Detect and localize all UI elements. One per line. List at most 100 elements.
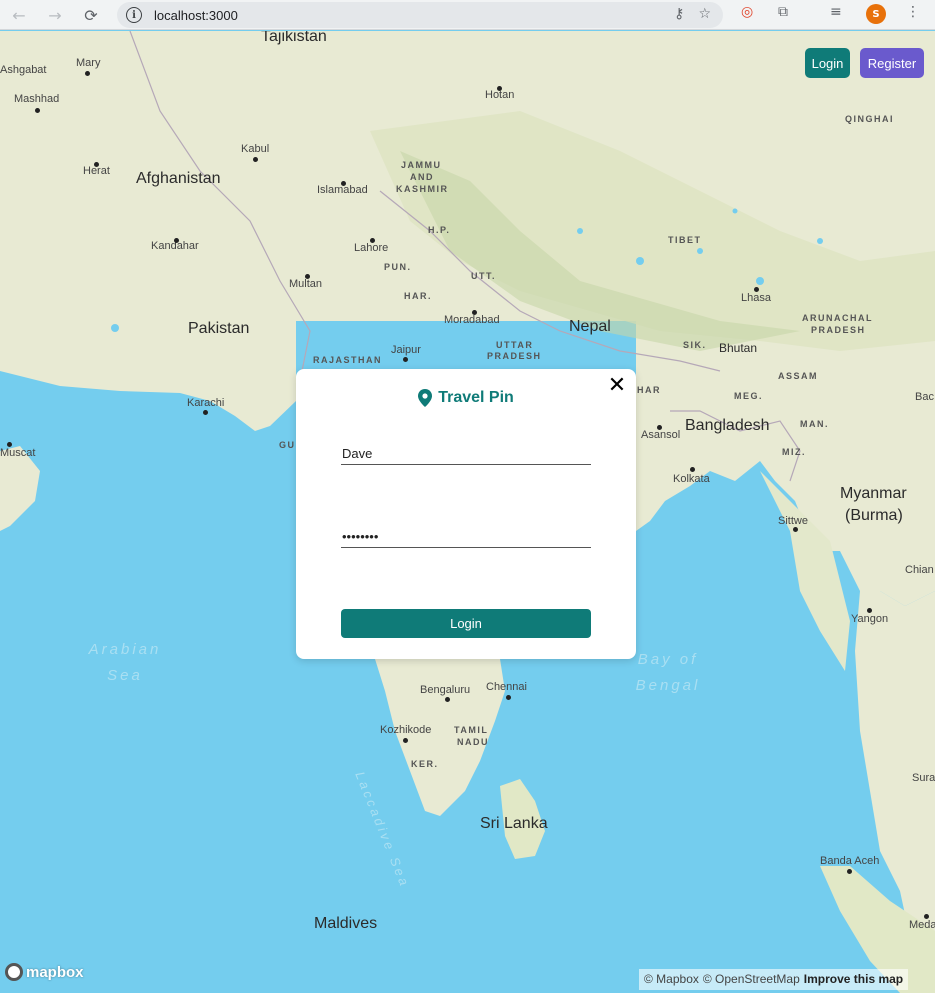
region-label: SIK.: [683, 340, 707, 350]
city-label: Chian: [905, 564, 934, 576]
city-label: Mary: [76, 57, 101, 69]
region-label: UTTAR: [496, 340, 534, 350]
city-dot: [203, 410, 208, 415]
region-label: MIZ.: [782, 447, 806, 457]
region-label: KER.: [411, 759, 439, 769]
map-pin-icon: [418, 389, 433, 407]
modal-title: Travel Pin: [438, 389, 514, 406]
mapbox-logo[interactable]: mapbox: [5, 963, 84, 981]
region-label: ARUNACHAL: [802, 313, 873, 323]
city-dot: [94, 162, 99, 167]
city-dot: [690, 467, 695, 472]
region-label: H.P.: [428, 225, 451, 235]
city-label: Karachi: [187, 397, 225, 409]
country-label: Tajikistan: [261, 31, 327, 45]
city-label: Lhasa: [741, 292, 771, 304]
region-label: NADU: [457, 737, 489, 747]
country-label: Sri Lanka: [480, 815, 548, 832]
star-icon[interactable]: ☆: [698, 6, 711, 22]
city-dot: [657, 425, 662, 430]
city-label: Ashgabat: [0, 64, 47, 76]
forward-arrow-icon[interactable]: →: [42, 2, 68, 28]
country-label: Maldives: [314, 915, 378, 932]
region-label: GU: [279, 440, 296, 450]
avatar[interactable]: S: [866, 4, 886, 24]
region-label: JAMMU: [401, 160, 442, 170]
sea-label: Arabian Sea: [88, 641, 162, 684]
city-dot: [506, 695, 511, 700]
city-label: Bengaluru: [420, 684, 471, 696]
improve-map-link[interactable]: Improve this map: [804, 972, 903, 987]
sea-label: Bay of Bengal: [635, 651, 701, 694]
login-modal: Travel Pin ✕ Login: [296, 369, 636, 659]
city-label: Banda Aceh: [820, 855, 880, 867]
city-dot: [253, 157, 258, 162]
media-icon[interactable]: ≡: [830, 4, 842, 20]
back-arrow-icon[interactable]: ←: [6, 2, 32, 28]
country-label: Nepal: [569, 318, 611, 335]
reload-icon[interactable]: ⟳: [78, 2, 104, 28]
city-dot: [7, 442, 12, 447]
site-info-icon[interactable]: i: [126, 7, 142, 23]
puzzle-icon[interactable]: ⧉: [778, 4, 788, 20]
country-label: (Burma): [845, 507, 903, 524]
url-text: localhost:3000: [154, 7, 238, 23]
submit-login-button[interactable]: Login: [341, 609, 591, 638]
city-label: Mashhad: [14, 93, 60, 105]
city-dot: [847, 869, 852, 874]
register-button[interactable]: Register: [860, 48, 924, 78]
city-label: Multan: [289, 278, 323, 290]
kebab-menu-icon[interactable]: ⋮: [906, 4, 920, 20]
password-input[interactable]: [341, 526, 591, 548]
city-label: Chennai: [486, 681, 527, 693]
city-label: Bac: [915, 391, 934, 403]
country-label: Myanmar: [840, 485, 907, 502]
region-label: TAMIL: [454, 725, 489, 735]
city-dot: [497, 86, 502, 91]
modal-header: Travel Pin: [296, 389, 636, 407]
login-button[interactable]: Login: [805, 48, 850, 78]
city-label: Asansol: [641, 429, 681, 441]
city-label: Jaipur: [391, 344, 421, 356]
username-input[interactable]: [341, 443, 591, 465]
extension-icon[interactable]: ◎: [741, 4, 753, 20]
city-label: Yangon: [851, 613, 889, 625]
city-label: Kozhikode: [380, 724, 432, 736]
region-label: KASHMIR: [396, 184, 449, 194]
close-icon[interactable]: ✕: [606, 375, 628, 397]
city-dot: [305, 274, 310, 279]
city-label: Sura: [912, 772, 935, 784]
city-dot: [370, 238, 375, 243]
country-label: Bangladesh: [685, 417, 770, 434]
region-label: HAR: [637, 385, 661, 395]
city-dot: [35, 108, 40, 113]
mapbox-logo-text: mapbox: [26, 963, 84, 981]
key-icon[interactable]: ⚷: [674, 6, 684, 22]
city-label: Lahore: [354, 242, 389, 254]
city-dot: [867, 608, 872, 613]
region-label: RAJASTHAN: [313, 355, 383, 365]
city-label: Muscat: [0, 447, 36, 459]
city-label: Moradabad: [444, 314, 500, 326]
region-label: TIBET: [668, 235, 702, 245]
region-label: PRADESH: [487, 351, 542, 361]
city-dot: [754, 287, 759, 292]
city-dot: [403, 738, 408, 743]
city-label: Bhutan: [719, 341, 758, 355]
city-label: Sittwe: [778, 515, 808, 527]
osm-copyright-link[interactable]: © OpenStreetMap: [703, 972, 800, 987]
region-label: PUN.: [384, 262, 412, 272]
mapbox-logo-icon: [5, 963, 23, 981]
city-dot: [403, 357, 408, 362]
region-label: MEG.: [734, 391, 764, 401]
region-label: AND: [410, 172, 434, 182]
city-dot: [793, 527, 798, 532]
mapbox-copyright-link[interactable]: © Mapbox: [644, 972, 699, 987]
address-bar[interactable]: i localhost:3000 ⚷ ☆: [117, 2, 723, 28]
city-label: Meda: [909, 919, 935, 931]
browser-toolbar: ← → ⟳ i localhost:3000 ⚷ ☆ ◎ ⧉ ≡ S ⋮: [0, 0, 935, 30]
city-dot: [341, 181, 346, 186]
city-dot: [174, 238, 179, 243]
region-label: HAR.: [404, 291, 432, 301]
country-label: Pakistan: [188, 320, 250, 337]
